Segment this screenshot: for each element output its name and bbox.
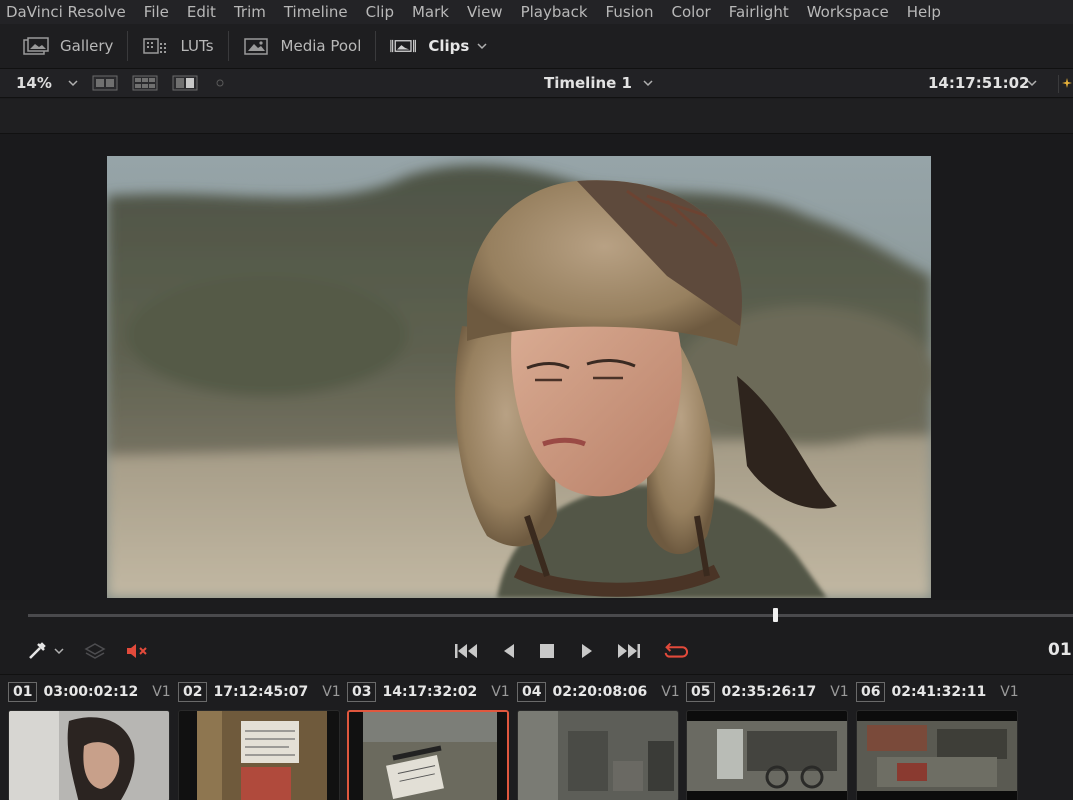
mute-icon[interactable] [124, 640, 150, 662]
clip-thumbnail-04[interactable]: 04 02:20:08:06 V1 [517, 681, 680, 800]
viewer-image [107, 156, 931, 598]
clip-track: V1 [1000, 684, 1019, 700]
viewer-timecode: 14:17:51:02 [928, 74, 1030, 92]
compare-wipe-icon[interactable] [172, 75, 198, 91]
clip-number: 04 [517, 682, 547, 702]
gallery-label: Gallery [60, 37, 114, 55]
play-icon[interactable] [574, 640, 600, 662]
viewer-frame[interactable] [107, 156, 931, 598]
split-view-icon[interactable] [92, 75, 118, 91]
highlight-icon[interactable] [1058, 75, 1073, 93]
clip-track: V1 [661, 684, 680, 700]
luts-label: LUTs [180, 37, 214, 55]
playhead-handle[interactable] [773, 608, 778, 622]
skip-to-start-icon[interactable] [454, 640, 480, 662]
clip-timecode: 17:12:45:07 [213, 684, 309, 700]
clips-button[interactable]: Clips [390, 31, 487, 61]
clip-track: V1 [322, 684, 341, 700]
viewer-header: 14% Timeline 1 14:17:51:02 [0, 68, 1073, 98]
menu-edit[interactable]: Edit [187, 3, 216, 21]
clip-image [178, 710, 340, 800]
viewer-panel [0, 134, 1073, 600]
menu-help[interactable]: Help [907, 3, 941, 21]
color-picker-icon[interactable] [24, 640, 50, 662]
skip-to-end-icon[interactable] [615, 640, 641, 662]
clip-timecode: 02:20:08:06 [552, 684, 648, 700]
clip-thumbnail-02[interactable]: 02 17:12:45:07 V1 [178, 681, 341, 800]
page-toolbar: Gallery LUTs Media Pool Clips [0, 24, 1073, 68]
clips-strip: 01 03:00:02:12 V1 02 17:12:45:07 V1 03 1… [0, 674, 1073, 800]
clip-image [686, 710, 848, 800]
menu-fusion[interactable]: Fusion [606, 3, 654, 21]
clip-number: 05 [686, 682, 716, 702]
clip-track: V1 [830, 684, 849, 700]
clip-image [856, 710, 1018, 800]
clip-thumbnail-06[interactable]: 06 02:41:32:11 V1 [856, 681, 1019, 800]
menu-fairlight[interactable]: Fairlight [729, 3, 789, 21]
clip-image [517, 710, 679, 800]
menu-mark[interactable]: Mark [412, 3, 449, 21]
timeline-scrubber[interactable] [28, 614, 1073, 617]
stop-icon[interactable] [534, 640, 560, 662]
clip-number: 03 [347, 682, 377, 702]
menu-timeline[interactable]: Timeline [284, 3, 348, 21]
viewer-subbar [0, 99, 1073, 134]
clip-track: V1 [491, 684, 510, 700]
zoom-chevron-icon[interactable] [68, 78, 78, 88]
timeline-chevron-icon[interactable] [642, 78, 654, 88]
clip-thumbnail-01[interactable]: 01 03:00:02:12 V1 [8, 681, 171, 800]
clip-timecode: 02:35:26:17 [721, 684, 817, 700]
menu-workspace[interactable]: Workspace [807, 3, 889, 21]
clips-icon [390, 36, 418, 56]
media-pool-label: Media Pool [280, 37, 362, 55]
menu-view[interactable]: View [467, 3, 503, 21]
clip-image [8, 710, 170, 800]
timeline-title[interactable]: Timeline 1 [544, 74, 632, 92]
gallery-button[interactable]: Gallery [22, 31, 129, 61]
chevron-down-icon[interactable] [477, 41, 487, 51]
clips-label: Clips [428, 37, 470, 55]
transport-timecode: 01 [1048, 640, 1072, 660]
status-dot-icon [216, 79, 224, 87]
media-pool-button[interactable]: Media Pool [243, 31, 377, 61]
menu-file[interactable]: File [144, 3, 169, 21]
clip-number: 06 [856, 682, 886, 702]
timecode-chevron-icon[interactable] [1026, 78, 1038, 88]
clip-image [347, 710, 509, 800]
clip-timecode: 14:17:32:02 [382, 684, 478, 700]
menu-color[interactable]: Color [672, 3, 711, 21]
clip-number: 02 [178, 682, 208, 702]
zoom-level[interactable]: 14% [16, 74, 52, 92]
menu-bar: DaVinci Resolve File Edit Trim Timeline … [0, 0, 1073, 24]
picker-chevron-icon[interactable] [52, 640, 66, 662]
clip-thumbnail-03[interactable]: 03 14:17:32:02 V1 [347, 681, 510, 800]
luts-icon [142, 36, 170, 56]
clip-timecode: 02:41:32:11 [891, 684, 987, 700]
clip-number: 01 [8, 682, 38, 702]
gallery-icon [22, 36, 50, 56]
loop-icon[interactable] [662, 640, 688, 662]
menu-playback[interactable]: Playback [521, 3, 588, 21]
play-reverse-icon[interactable] [496, 640, 522, 662]
clip-timecode: 03:00:02:12 [43, 684, 139, 700]
luts-button[interactable]: LUTs [142, 31, 229, 61]
media-pool-icon [243, 36, 271, 56]
clip-track: V1 [152, 684, 171, 700]
transport-bar: 01 [0, 630, 1073, 672]
grid-view-icon[interactable] [132, 75, 158, 91]
clip-thumbnail-05[interactable]: 05 02:35:26:17 V1 [686, 681, 849, 800]
menu-app[interactable]: DaVinci Resolve [6, 3, 126, 21]
menu-clip[interactable]: Clip [366, 3, 394, 21]
menu-trim[interactable]: Trim [234, 3, 266, 21]
layers-icon[interactable] [82, 640, 108, 662]
